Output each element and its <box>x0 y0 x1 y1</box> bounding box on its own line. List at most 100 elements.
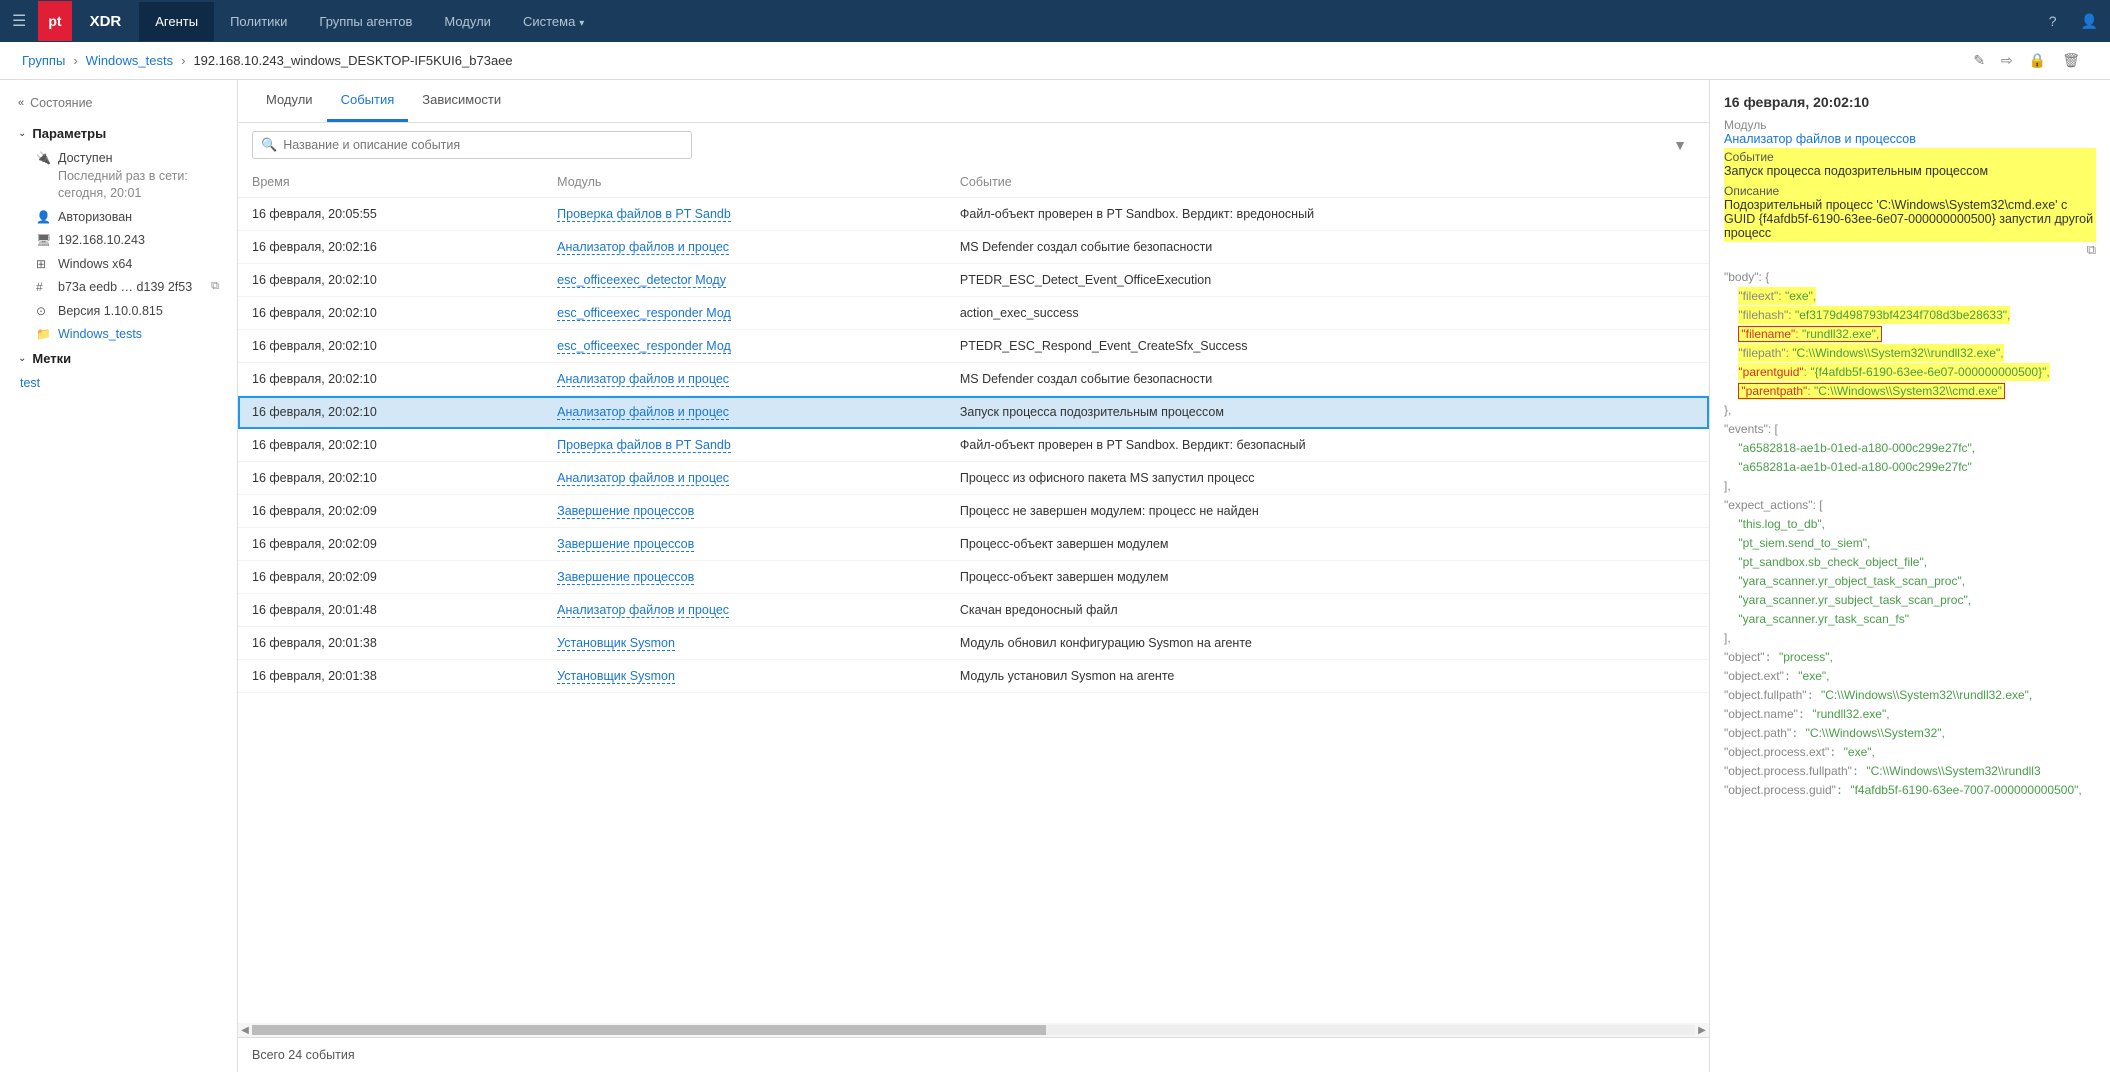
status-available: Доступен <box>58 151 113 165</box>
table-row[interactable]: 16 февраля, 20:02:10esc_officeexec_detec… <box>238 264 1709 297</box>
cell-time: 16 февраля, 20:02:09 <box>238 561 543 594</box>
cell-module-link[interactable]: Анализатор файлов и процес <box>557 603 729 618</box>
breadcrumb-groups[interactable]: Группы <box>22 53 65 68</box>
table-row[interactable]: 16 февраля, 20:02:10 Анализатор файлов и … <box>238 462 1709 495</box>
table-row[interactable]: 16 февраля, 20:02:10 esc_officeexec_respo… <box>238 297 1709 330</box>
cell-time: 16 февраля, 20:02:10 <box>238 363 543 396</box>
cell-time: 16 февраля, 20:02:10 <box>238 330 543 363</box>
nav-agent-groups[interactable]: Группы агентов <box>303 2 428 41</box>
cell-module-link[interactable]: Завершение процессов <box>557 537 694 552</box>
logo: pt <box>38 1 71 41</box>
cell-module-link[interactable]: esc_officeexec_responder Мод <box>557 339 731 354</box>
table-row[interactable]: 16 февраля, 20:02:10 esc_officeexec_respo… <box>238 330 1709 363</box>
table-footer: Всего 24 события <box>238 1037 1709 1072</box>
delete-icon[interactable]: 🗑 <box>2054 52 2088 69</box>
col-time[interactable]: Время <box>238 167 543 198</box>
breadcrumb: Группы › Windows_tests › 192.168.10.243_… <box>0 42 2110 80</box>
status-authorized: Авторизован <box>58 209 219 227</box>
breadcrumb-windows-tests[interactable]: Windows_tests <box>86 53 173 68</box>
move-icon[interactable]: ⇨ <box>1993 52 2021 69</box>
cell-time: 16 февраля, 20:02:10 <box>238 297 543 330</box>
cell-module-link[interactable]: Анализатор файлов и процес <box>557 240 729 255</box>
cell-module-link[interactable]: Установщик Sysmon <box>557 669 675 684</box>
horizontal-scrollbar[interactable]: ◀▶ <box>238 1023 1709 1037</box>
table-row[interactable]: 16 февраля, 20:02:09Завершение процессов… <box>238 495 1709 528</box>
cell-event: PTEDR_ESC_Respond_Event_CreateSfx_Succes… <box>946 330 1709 363</box>
cell-event: Модуль обновил конфигурацию Sysmon на аг… <box>946 627 1709 660</box>
col-event[interactable]: Событие <box>946 167 1709 198</box>
cell-time: 16 февраля, 20:02:16 <box>238 231 543 264</box>
cell-event: Файл-объект проверен в PT Sandbox. Верди… <box>946 198 1709 231</box>
cell-module-link[interactable]: esc_officeexec_detector Моду <box>557 273 726 288</box>
detail-module-label: Модуль <box>1724 118 2096 132</box>
table-row[interactable]: 16 февраля, 20:05:55Проверка файлов в PT… <box>238 198 1709 231</box>
cell-module-link[interactable]: Анализатор файлов и процес <box>557 471 729 486</box>
cell-module-link[interactable]: Анализатор файлов и процес <box>557 405 729 420</box>
col-module[interactable]: Модуль <box>543 167 946 198</box>
sidebar-params-section[interactable]: ⌄Параметры <box>0 122 237 147</box>
nav-system[interactable]: Система▾ <box>507 2 600 41</box>
lock-icon[interactable]: 🔒 <box>2021 52 2054 69</box>
tab-deps[interactable]: Зависимости <box>408 80 515 122</box>
table-row[interactable]: 16 февраля, 20:02:09 Завершение процессов… <box>238 561 1709 594</box>
detail-event-value: Запуск процесса подозрительным процессом <box>1724 164 2096 178</box>
cell-event: Процесс не завершен модулем: процесс не … <box>946 495 1709 528</box>
table-row[interactable]: 16 февраля, 20:02:16 Анализатор файлов и … <box>238 231 1709 264</box>
cell-event: PTEDR_ESC_Detect_Event_OfficeExecution <box>946 264 1709 297</box>
cell-time: 16 февраля, 20:02:10 <box>238 429 543 462</box>
detail-desc-value: Подозрительный процесс 'C:\Windows\Syste… <box>1724 198 2096 240</box>
sidebar: «Состояние ⌄Параметры 🔌ДоступенПоследний… <box>0 80 238 1072</box>
product-name: XDR <box>72 13 140 30</box>
cell-module-link[interactable]: Завершение процессов <box>557 504 694 519</box>
nav-policies[interactable]: Политики <box>214 2 303 41</box>
table-row[interactable]: 16 февраля, 20:02:10 Анализатор файлов и … <box>238 363 1709 396</box>
cell-event: Процесс из офисного пакета MS запустил п… <box>946 462 1709 495</box>
cell-event: Процесс-объект завершен модулем <box>946 561 1709 594</box>
table-row[interactable]: 16 февраля, 20:01:38Установщик SysmonМод… <box>238 660 1709 693</box>
detail-panel: 16 февраля, 20:02:10 Модуль Анализатор ф… <box>1710 80 2110 1072</box>
cell-module-link[interactable]: Анализатор файлов и процес <box>557 372 729 387</box>
edit-icon[interactable]: ✎ <box>1965 52 1993 69</box>
cell-event: Скачан вредоносный файл <box>946 594 1709 627</box>
cell-module-link[interactable]: Завершение процессов <box>557 570 694 585</box>
copy-guid-icon[interactable]: ⧉ <box>211 279 219 294</box>
search-box[interactable]: 🔍 <box>252 131 692 159</box>
table-row[interactable]: 16 февраля, 20:01:38 Установщик Sysmon Мод… <box>238 627 1709 660</box>
cell-module-link[interactable]: esc_officeexec_responder Мод <box>557 306 731 321</box>
cell-event: Модуль установил Sysmon на агенте <box>946 660 1709 693</box>
agent-os: Windows x64 <box>58 256 219 274</box>
cell-event: MS Defender создал событие безопасности <box>946 363 1709 396</box>
topbar: ☰ pt XDR Агенты Политики Группы агентов … <box>0 0 2110 42</box>
search-input[interactable] <box>283 138 683 152</box>
cell-module-link[interactable]: Проверка файлов в PT Sandb <box>557 438 731 453</box>
table-row[interactable]: 16 февраля, 20:02:10 Анализатор файлов и … <box>238 396 1709 429</box>
cell-time: 16 февраля, 20:01:38 <box>238 627 543 660</box>
sidebar-tags-section[interactable]: ⌄Метки <box>0 347 237 372</box>
agent-ip: 192.168.10.243 <box>58 232 219 250</box>
cell-time: 16 февраля, 20:02:10 <box>238 396 543 429</box>
last-seen: Последний раз в сети: сегодня, 20:01 <box>58 169 188 201</box>
cell-time: 16 февраля, 20:02:10 <box>238 462 543 495</box>
filter-icon[interactable]: ▼ <box>1665 137 1695 153</box>
table-row[interactable]: 16 февраля, 20:02:09Завершение процессов… <box>238 528 1709 561</box>
nav-agents[interactable]: Агенты <box>139 2 214 41</box>
breadcrumb-current: 192.168.10.243_windows_DESKTOP-IF5KUI6_b… <box>193 53 512 68</box>
user-icon[interactable]: 👤 <box>2069 13 2110 30</box>
menu-icon[interactable]: ☰ <box>0 11 38 31</box>
sidebar-group-link[interactable]: Windows_tests <box>58 326 219 344</box>
tag-test[interactable]: test <box>20 375 219 393</box>
nav-modules[interactable]: Модули <box>428 2 507 41</box>
tabs: Модули События Зависимости <box>238 80 1709 123</box>
sidebar-state[interactable]: «Состояние <box>0 90 237 122</box>
hash-icon: # <box>36 279 52 296</box>
tab-events[interactable]: События <box>327 80 409 122</box>
tab-modules[interactable]: Модули <box>252 80 327 122</box>
main-panel: Модули События Зависимости 🔍 ▼ Время Мод… <box>238 80 1710 1072</box>
table-row[interactable]: 16 февраля, 20:01:48Анализатор файлов и … <box>238 594 1709 627</box>
cell-module-link[interactable]: Проверка файлов в PT Sandb <box>557 207 731 222</box>
copy-detail-icon[interactable]: ⧉ <box>2087 242 2096 258</box>
help-icon[interactable]: ? <box>2037 13 2069 29</box>
cell-module-link[interactable]: Установщик Sysmon <box>557 636 675 651</box>
detail-module-link[interactable]: Анализатор файлов и процессов <box>1724 132 2096 146</box>
table-row[interactable]: 16 февраля, 20:02:10 Проверка файлов в PT… <box>238 429 1709 462</box>
